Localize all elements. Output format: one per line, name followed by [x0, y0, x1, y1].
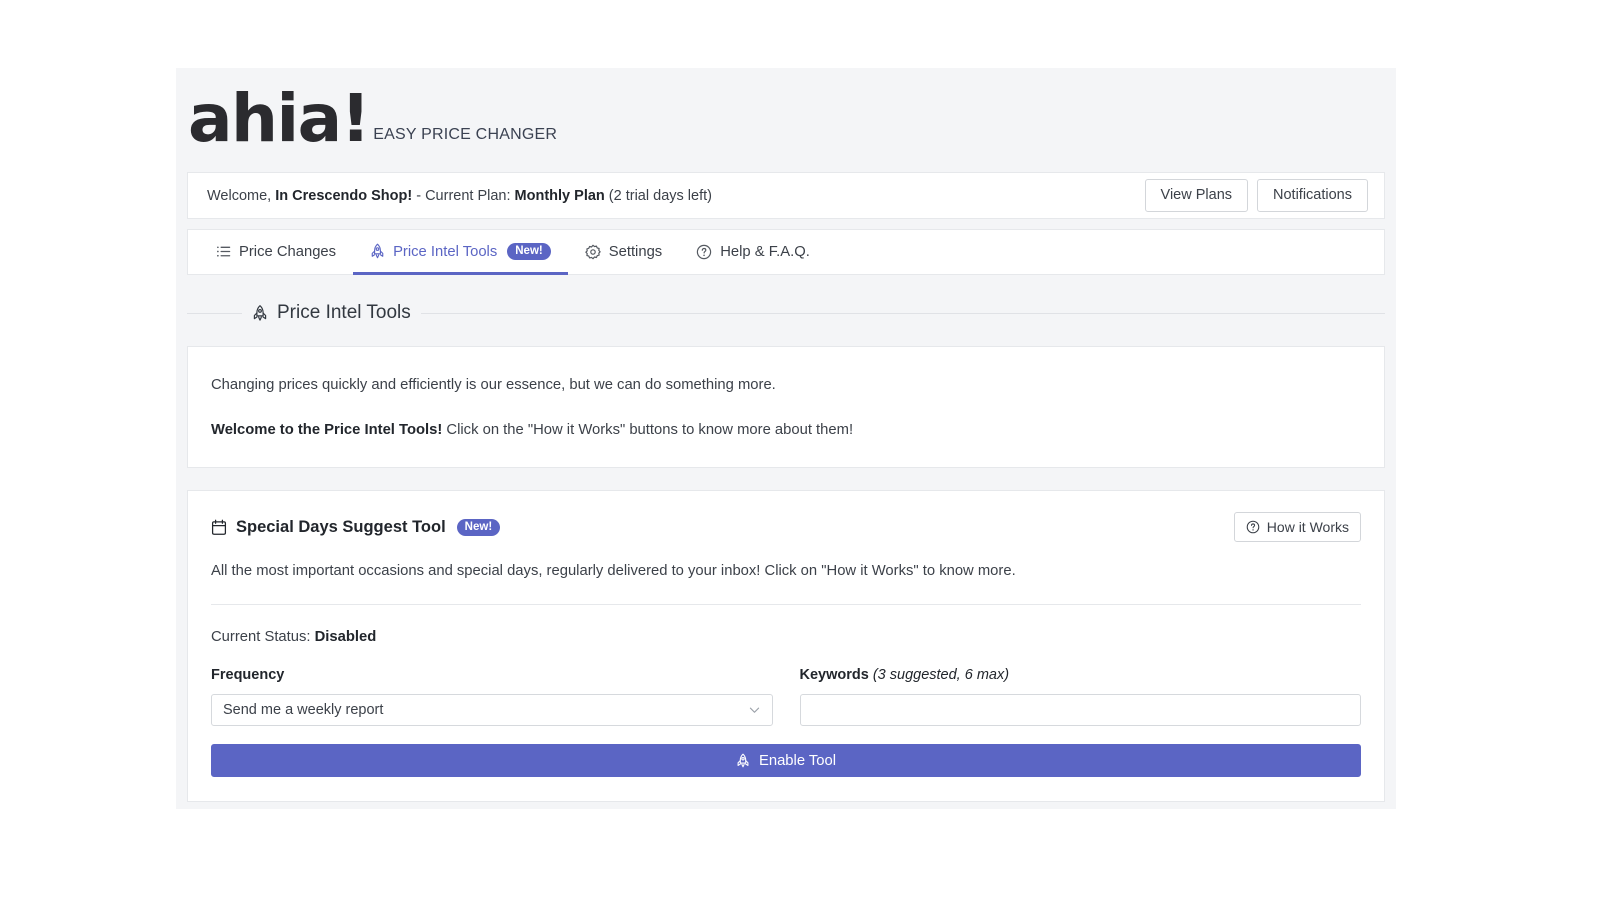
tab-price-changes[interactable]: Price Changes: [199, 231, 353, 275]
keywords-field: Keywords (3 suggested, 6 max): [799, 667, 1362, 727]
list-icon: [216, 244, 231, 259]
section-rule-right: [420, 312, 1385, 314]
rocket-icon: [736, 753, 750, 769]
tool-new-badge: New!: [456, 518, 501, 537]
brand-header: ahia! EASY PRICE CHANGER: [176, 68, 1396, 172]
keywords-input[interactable]: [799, 694, 1361, 727]
tab-label: Price Changes: [239, 243, 337, 260]
welcome-prefix: Welcome,: [207, 187, 276, 204]
frequency-select[interactable]: Send me a weekly report: [211, 694, 773, 727]
intro-line-2-bold: Welcome to the Price Intel Tools!: [211, 422, 443, 439]
tool-divider: [211, 604, 1361, 606]
page-title: Price Intel Tools: [252, 302, 411, 324]
welcome-message: Welcome, In Crescendo Shop! - Current Pl…: [207, 188, 712, 204]
section-rule-left: [187, 312, 242, 314]
shop-name: In Crescendo Shop!: [275, 187, 413, 204]
tab-new-badge: New!: [507, 242, 551, 261]
intro-line-2: Welcome to the Price Intel Tools! Click …: [211, 419, 1361, 441]
calendar-icon: [211, 519, 227, 536]
tab-label: Price Intel Tools: [393, 243, 498, 260]
notifications-button[interactable]: Notifications: [1257, 179, 1368, 212]
enable-tool-label: Enable Tool: [758, 752, 837, 769]
main-tab-bar: Price Changes Price Intel Tools New! Set…: [187, 229, 1385, 275]
enable-tool-button[interactable]: Enable Tool: [211, 744, 1361, 778]
tab-label: Settings: [608, 243, 663, 260]
gear-icon: [585, 244, 601, 260]
how-it-works-button[interactable]: How it Works: [1233, 512, 1361, 543]
tool-description: All the most important occasions and spe…: [211, 563, 1016, 580]
tab-price-intel-tools[interactable]: Price Intel Tools New!: [353, 231, 568, 275]
brand-logo: ahia!: [188, 80, 371, 157]
trial-days: (2 trial days left): [604, 187, 712, 204]
tool-fields: Frequency Send me a weekly report Keywor…: [211, 667, 1362, 727]
how-it-works-label: How it Works: [1266, 519, 1349, 536]
view-plans-button[interactable]: View Plans: [1144, 179, 1249, 212]
keywords-hint: (3 suggested, 6 max): [872, 667, 1010, 684]
current-status-label: Current Status:: [211, 629, 315, 646]
section-header: Price Intel Tools: [187, 302, 1385, 324]
frequency-selected-value: Send me a weekly report: [223, 702, 384, 719]
frequency-label: Frequency: [211, 667, 285, 684]
question-circle-icon: [1246, 520, 1260, 534]
tab-label: Help & F.A.Q.: [720, 243, 810, 260]
status-badge: Disabled: [314, 629, 377, 646]
tool-title-text: Special Days Suggest Tool: [236, 517, 446, 536]
tool-header: Special Days Suggest Tool New! How it Wo…: [211, 512, 1361, 543]
rocket-icon: [252, 304, 268, 323]
special-days-suggest-tool-card: Special Days Suggest Tool New! How it Wo…: [187, 490, 1385, 803]
app-frame: ahia! EASY PRICE CHANGER Welcome, In Cre…: [176, 68, 1396, 809]
tool-title: Special Days Suggest Tool New!: [211, 517, 501, 537]
plan-prefix: - Current Plan:: [412, 187, 515, 204]
frequency-field: Frequency Send me a weekly report: [211, 667, 773, 727]
intro-card: Changing prices quickly and efficiently …: [187, 346, 1385, 469]
question-circle-icon: [696, 244, 712, 260]
plan-name: Monthly Plan: [514, 187, 605, 204]
rocket-icon: [370, 243, 385, 260]
plan-actions: View Plans Notifications: [1144, 179, 1368, 212]
intro-line-2-rest: Click on the "How it Works" buttons to k…: [442, 422, 854, 439]
tab-help-faq[interactable]: Help & F.A.Q.: [679, 231, 827, 275]
keywords-label: Keywords (3 suggested, 6 max): [800, 667, 1362, 683]
tab-settings[interactable]: Settings: [568, 231, 679, 275]
chevron-down-icon: [748, 704, 761, 717]
plan-bar: Welcome, In Crescendo Shop! - Current Pl…: [187, 172, 1385, 219]
page-title-text: Price Intel Tools: [277, 302, 411, 323]
intro-line-1: Changing prices quickly and efficiently …: [211, 377, 776, 393]
brand-tagline: EASY PRICE CHANGER: [373, 126, 558, 143]
keywords-label-text: Keywords: [799, 667, 873, 684]
current-status: Current Status: Disabled: [211, 629, 1361, 645]
